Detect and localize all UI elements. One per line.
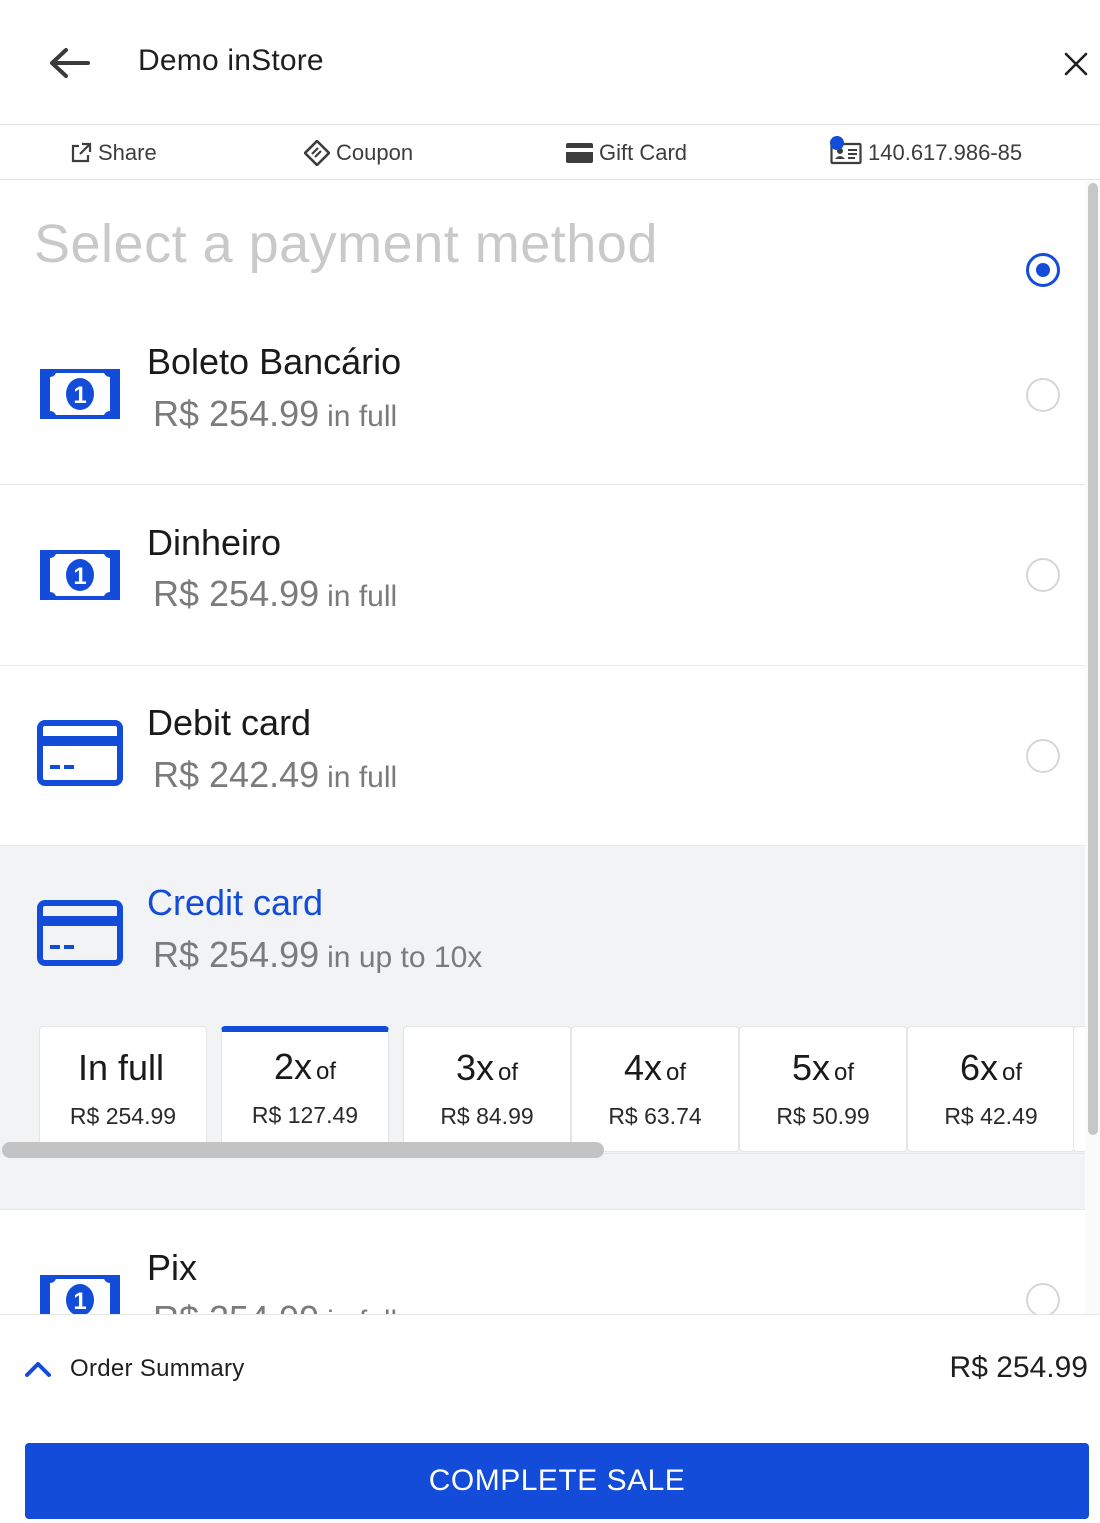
payment-method-boleto[interactable]: 1 Boleto Bancário R$ 254.99 in full bbox=[0, 305, 1085, 485]
price-value: R$ 242.49 bbox=[153, 754, 320, 795]
coupon-label: Coupon bbox=[336, 140, 414, 165]
banknote-icon: 1 bbox=[40, 1275, 120, 1314]
installment-amount: R$ 50.99 bbox=[776, 1103, 870, 1129]
payment-method-debit-card[interactable]: Debit card R$ 242.49 in full bbox=[0, 666, 1085, 846]
installment-option[interactable]: 3x of R$ 84.99 bbox=[403, 1026, 571, 1152]
radio-debit-card[interactable] bbox=[1026, 739, 1060, 773]
price-value: R$ 254.99 bbox=[153, 393, 320, 434]
app-header: Demo inStore bbox=[0, 0, 1100, 125]
installment-option[interactable]: 5x of R$ 50.99 bbox=[739, 1026, 907, 1152]
radio-dinheiro[interactable] bbox=[1026, 558, 1060, 592]
method-name: Credit card bbox=[147, 882, 324, 923]
installment-count: In full bbox=[77, 1047, 165, 1088]
installment-count: 3x of bbox=[455, 1047, 519, 1088]
action-toolbar: Share Coupon Gift Card 140.617.986-85 bbox=[0, 126, 1100, 180]
installment-count: 6x of bbox=[959, 1047, 1023, 1088]
price-suffix: in full bbox=[327, 400, 398, 433]
credit-card-icon bbox=[37, 720, 123, 786]
customer-document: 140.617.986-85 bbox=[868, 140, 1023, 165]
method-name: Debit card bbox=[147, 702, 312, 743]
payment-method-dinheiro[interactable]: 1 Dinheiro R$ 254.99 in full bbox=[0, 485, 1085, 666]
price-suffix: in full bbox=[327, 761, 398, 794]
installment-option[interactable]: 6x of R$ 42.49 bbox=[907, 1026, 1075, 1152]
customer-button[interactable]: 140.617.986-85 bbox=[830, 126, 1022, 180]
card-icon bbox=[566, 143, 593, 163]
method-price: R$ 254.99 in full bbox=[153, 1298, 397, 1314]
banknote-icon: 1 bbox=[40, 550, 120, 600]
installment-amount: R$ 63.74 bbox=[608, 1103, 702, 1129]
share-button[interactable]: Share bbox=[70, 126, 157, 180]
method-name: Pix bbox=[147, 1247, 198, 1288]
coupon-button[interactable]: Coupon bbox=[304, 126, 413, 180]
installment-amount: R$ 84.99 bbox=[440, 1103, 534, 1129]
price-value: R$ 254.99 bbox=[153, 934, 320, 975]
svg-text:1: 1 bbox=[73, 1288, 86, 1314]
payment-methods-panel: Select a payment method 1 Boleto Bancári… bbox=[0, 181, 1085, 1314]
order-summary-toggle[interactable]: Order Summary bbox=[24, 1349, 245, 1389]
method-price: R$ 242.49 in full bbox=[153, 754, 397, 796]
price-suffix: in full bbox=[327, 1305, 397, 1314]
gift-card-button[interactable]: Gift Card bbox=[566, 126, 687, 180]
method-price: R$ 254.99in full bbox=[153, 573, 397, 615]
price-value: R$ 254.99 bbox=[153, 1298, 319, 1314]
page-title: Demo inStore bbox=[138, 44, 324, 77]
radio-pix[interactable] bbox=[1026, 1283, 1060, 1314]
payment-method-credit-card[interactable]: Credit card R$ 254.99 in up to 10x In ful… bbox=[0, 253, 1085, 1210]
price-suffix: in full bbox=[327, 580, 398, 613]
svg-text:1: 1 bbox=[73, 563, 86, 590]
checkout-footer: Order Summary R$ 254.99 COMPLETE SALE bbox=[0, 1314, 1100, 1523]
installments-carousel: In full R$ 254.99 2x of R$ 127.49 3x of R$… bbox=[0, 1024, 1085, 1154]
banknote-icon: 1 bbox=[40, 369, 120, 419]
installment-count: 5x of bbox=[791, 1047, 855, 1088]
ticket-icon bbox=[304, 140, 330, 166]
horizontal-scrollbar[interactable] bbox=[2, 1142, 604, 1158]
share-label: Share bbox=[98, 140, 157, 165]
gift-card-label: Gift Card bbox=[599, 140, 688, 165]
installment-amount: R$ 254.99 bbox=[69, 1103, 177, 1129]
method-price: R$ 254.99in full bbox=[153, 393, 397, 435]
radio-boleto[interactable] bbox=[1026, 378, 1060, 412]
installment-count: 4x of bbox=[623, 1047, 687, 1088]
arrow-left-icon bbox=[50, 48, 90, 78]
back-button[interactable] bbox=[44, 40, 94, 86]
installment-option[interactable]: In full R$ 254.99 bbox=[39, 1026, 207, 1152]
installment-amount: R$ 127.49 bbox=[251, 1102, 359, 1128]
installment-option[interactable]: 4x of R$ 63.74 bbox=[571, 1026, 739, 1152]
section-title: Select a payment method bbox=[34, 214, 658, 274]
credit-card-icon bbox=[37, 900, 123, 966]
external-link-icon bbox=[70, 142, 92, 164]
installment-option-selected[interactable]: 2x of R$ 127.49 bbox=[221, 1026, 389, 1152]
close-button[interactable] bbox=[1054, 42, 1098, 86]
order-summary-label: Order Summary bbox=[70, 1355, 245, 1382]
installment-option-partial[interactable] bbox=[1073, 1026, 1085, 1152]
price-suffix: in up to 10x bbox=[327, 941, 483, 974]
installment-count: 2x of bbox=[273, 1046, 337, 1087]
method-price: R$ 254.99 in up to 10x bbox=[153, 934, 482, 976]
vertical-scrollbar[interactable] bbox=[1088, 183, 1098, 1135]
price-value: R$ 254.99 bbox=[153, 573, 320, 614]
payment-method-pix[interactable]: 1 Pix R$ 254.99 in full bbox=[0, 1210, 1085, 1314]
close-icon bbox=[1064, 52, 1088, 76]
installment-amount: R$ 42.49 bbox=[944, 1103, 1038, 1129]
complete-sale-button[interactable]: COMPLETE SALE bbox=[25, 1443, 1089, 1519]
order-total: R$ 254.99 bbox=[949, 1351, 1088, 1384]
method-name: Boleto Bancário bbox=[147, 341, 402, 382]
notification-dot bbox=[830, 136, 844, 150]
chevron-up-icon bbox=[25, 1362, 51, 1377]
radio-credit-card[interactable] bbox=[1026, 253, 1060, 287]
svg-text:1: 1 bbox=[73, 382, 86, 409]
method-name: Dinheiro bbox=[147, 522, 282, 563]
